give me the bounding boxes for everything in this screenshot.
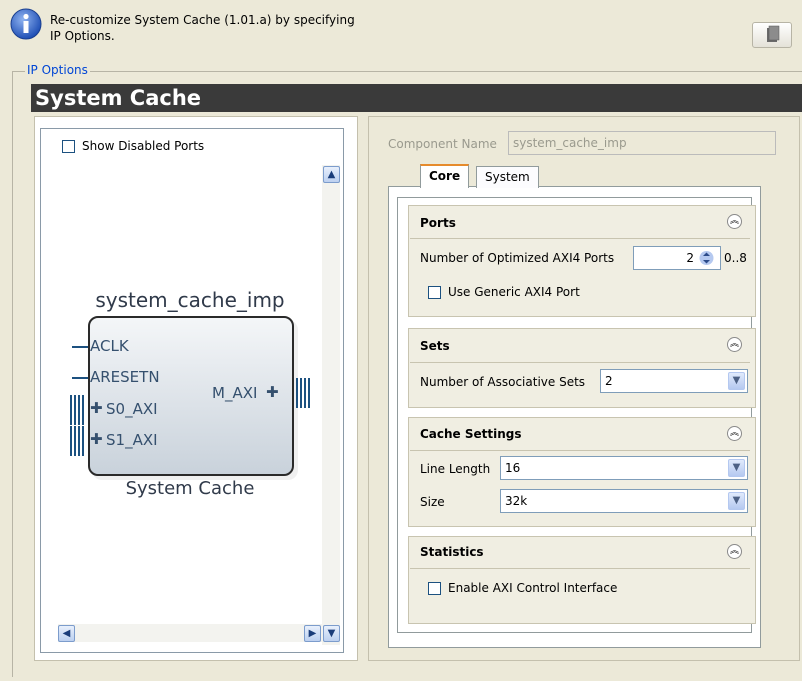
scroll-down-button[interactable]: ▼ (323, 625, 340, 642)
document-icon (767, 25, 780, 42)
component-name-label: Component Name (388, 137, 497, 151)
aresetn-port-pin (72, 377, 88, 379)
enable-axi-control-checkbox[interactable] (428, 582, 441, 595)
cache-settings-group-title: Cache Settings (420, 427, 522, 441)
horizontal-scrollbar[interactable] (58, 624, 338, 642)
cache-settings-collapse-icon[interactable]: ︽ (727, 426, 742, 441)
sets-divider (410, 362, 750, 363)
page-title: System Cache (31, 84, 802, 112)
s1-axi-bus-pin (70, 426, 84, 456)
spinner-up-down-icon[interactable] (699, 248, 714, 268)
cache-settings-divider (410, 450, 750, 451)
aclk-port-pin (72, 346, 88, 348)
associative-sets-chevron-down-icon[interactable]: ▼ (728, 372, 745, 390)
ports-group-title: Ports (420, 216, 456, 230)
symbol-instance-name: system_cache_imp (95, 288, 285, 312)
associative-sets-select[interactable]: 2 (600, 369, 748, 393)
info-icon (10, 8, 42, 40)
plus-icon: ✚ (266, 383, 279, 401)
port-m-axi: M_AXI (212, 384, 258, 402)
statistics-collapse-icon[interactable]: ︽ (727, 544, 742, 559)
header-line-1: Re-customize System Cache (1.01.a) by sp… (50, 13, 355, 27)
component-name-field[interactable]: system_cache_imp (508, 131, 776, 155)
documentation-button[interactable] (752, 22, 792, 48)
size-select[interactable]: 32k (500, 489, 748, 513)
m-axi-bus-pin (296, 378, 310, 408)
size-label: Size (420, 495, 445, 509)
ip-options-frame-left (12, 71, 13, 677)
header-line-2: IP Options. (50, 29, 115, 43)
tab-core[interactable]: Core (420, 164, 470, 188)
show-disabled-ports-checkbox[interactable] (62, 140, 75, 153)
scroll-right-button[interactable]: ▶ (304, 625, 321, 642)
use-generic-axi4-port-label: Use Generic AXI4 Port (448, 285, 580, 299)
sets-group (408, 328, 756, 408)
scroll-up-button[interactable]: ▲ (323, 166, 340, 183)
tab-system[interactable]: System (476, 166, 539, 188)
ip-options-frame-top (12, 71, 802, 72)
use-generic-axi4-port-checkbox[interactable] (428, 286, 441, 299)
plus-icon: ✚ (90, 399, 103, 417)
ports-divider (410, 238, 750, 239)
line-length-chevron-down-icon[interactable]: ▼ (728, 459, 745, 477)
size-chevron-down-icon[interactable]: ▼ (728, 492, 745, 510)
ip-options-label: IP Options (25, 63, 90, 77)
s0-axi-bus-pin (70, 395, 84, 425)
statistics-group-title: Statistics (420, 545, 484, 559)
symbol-component-label: System Cache (125, 478, 255, 499)
port-aclk: ACLK (90, 337, 129, 355)
header-description: Re-customize System Cache (1.01.a) by sp… (50, 12, 450, 44)
num-optimized-ports-label: Number of Optimized AXI4 Ports (420, 251, 615, 265)
line-length-label: Line Length (420, 462, 491, 476)
num-optimized-ports-range: 0..8 (724, 251, 747, 265)
enable-axi-control-label: Enable AXI Control Interface (448, 581, 618, 595)
ports-collapse-icon[interactable]: ︽ (727, 214, 742, 229)
port-aresetn: ARESETN (90, 368, 160, 386)
line-length-select[interactable]: 16 (500, 456, 748, 480)
vertical-scrollbar[interactable] (322, 165, 340, 645)
sets-group-title: Sets (420, 339, 450, 353)
statistics-divider (410, 568, 750, 569)
plus-icon: ✚ (90, 430, 103, 448)
port-s1-axi: S1_AXI (106, 431, 158, 449)
port-s0-axi: S0_AXI (106, 400, 158, 418)
scroll-left-button[interactable]: ◀ (58, 625, 75, 642)
show-disabled-ports-label: Show Disabled Ports (82, 139, 205, 153)
associative-sets-label: Number of Associative Sets (420, 375, 586, 389)
sets-collapse-icon[interactable]: ︽ (727, 337, 742, 352)
